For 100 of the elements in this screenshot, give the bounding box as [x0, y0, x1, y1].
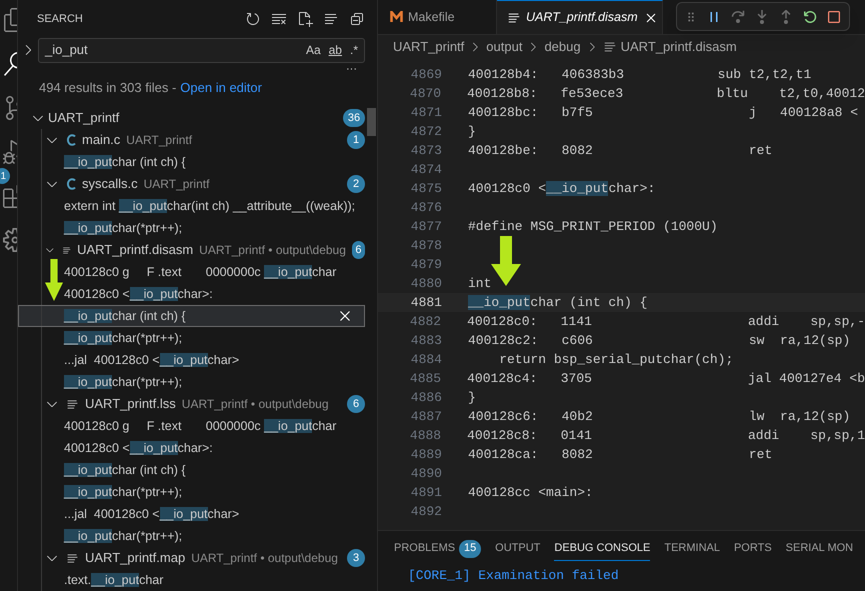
- refresh-icon[interactable]: [245, 10, 261, 27]
- c-file-icon: [66, 134, 76, 146]
- panel-tab[interactable]: PORTS: [734, 536, 772, 560]
- line-number: 4875: [410, 180, 442, 198]
- code-line: 400128c2: c606 sw ra,12(sp): [468, 332, 850, 350]
- file-path: UART_printf • output\debug: [191, 550, 339, 567]
- scrollbar[interactable]: [367, 108, 376, 136]
- breadcrumb[interactable]: debug: [544, 36, 581, 56]
- panel-tab[interactable]: TERMINAL: [664, 536, 720, 560]
- lines-icon: [602, 40, 617, 54]
- lines-icon: [66, 398, 79, 410]
- line-number: 4883: [410, 332, 442, 350]
- line-number: 4871: [410, 104, 442, 122]
- panel-tab[interactable]: SERIAL MON: [786, 536, 854, 560]
- count-badge: 15: [459, 540, 482, 558]
- search-result[interactable]: ...jal 400128c0 <__io_putchar>: [18, 503, 365, 525]
- count-badge: 3: [347, 549, 365, 567]
- breadcrumb[interactable]: output: [486, 36, 522, 56]
- search-result[interactable]: 400128c0 <__io_putchar>:: [18, 437, 365, 459]
- line-number: 4874: [410, 160, 442, 179]
- restart-icon[interactable]: [802, 8, 818, 24]
- code-line: return bsp_serial_putchar(ch);: [498, 350, 734, 369]
- code-line: int: [468, 274, 492, 293]
- file-path: UART_printf: [126, 132, 194, 149]
- code-line: 400128bc: b7f5 j 400128a8 <: [468, 104, 858, 122]
- more-actions[interactable]: ···: [346, 62, 357, 74]
- count-badge: 2: [347, 175, 365, 193]
- line-number: 4878: [410, 236, 442, 255]
- count-badge: 36: [343, 109, 365, 127]
- line-number: 4880: [410, 274, 442, 293]
- search-result[interactable]: __io_putchar (int ch) {: [18, 151, 365, 173]
- file-name: syscalls.c: [82, 175, 138, 194]
- line-number: 4879: [410, 256, 442, 274]
- file-name: main.c: [82, 131, 120, 150]
- file-path: UART_printf: [144, 176, 210, 193]
- search-option[interactable]: ab: [328, 41, 342, 59]
- code-line: 400128c0 <__io_putchar>:: [468, 180, 656, 198]
- breadcrumb[interactable]: UART_printf.disasm: [620, 36, 737, 56]
- count-badge: 6: [352, 241, 366, 259]
- file-row[interactable]: main.c UART_printf 1: [18, 129, 365, 151]
- search-option[interactable]: Aa: [306, 41, 321, 59]
- code-line: 400128b8: fe53ece3 bltu t2,t0,40012: [467, 84, 865, 103]
- file-path: UART_printf • output\debug: [182, 396, 330, 413]
- search-result[interactable]: 400128c0 g F .text 0000000c __io_putchar: [18, 415, 365, 437]
- m-logo-icon: [390, 11, 403, 23]
- line-number: 4869: [410, 66, 442, 84]
- file-path: UART_printf • output\debug: [199, 242, 346, 259]
- collapse-icon[interactable]: [349, 10, 365, 27]
- panel-tab[interactable]: DEBUG CONSOLE: [554, 536, 650, 560]
- line-number: 4870: [408, 84, 442, 103]
- code-line: __io_putchar (int ch) {: [468, 294, 648, 312]
- line-number: 4891: [410, 484, 442, 502]
- new-file-icon[interactable]: [297, 10, 313, 27]
- search-option[interactable]: .*: [350, 41, 358, 59]
- file-name: UART_printf.lss: [85, 395, 176, 414]
- search-result[interactable]: .text.__io_putchar: [18, 569, 365, 591]
- sidebar-title: SEARCH: [37, 12, 83, 26]
- line-number: 4873: [410, 142, 442, 160]
- line-number: 4889: [410, 446, 442, 464]
- code-line: }: [468, 388, 476, 407]
- search-result[interactable]: ...jal 400128c0 <__io_putchar>: [18, 349, 365, 371]
- open-in-editor-link[interactable]: Open in editor: [180, 78, 262, 97]
- lines-icon: [66, 552, 79, 564]
- line-number: 4885: [408, 370, 442, 388]
- editor-tab[interactable]: UART_printf.disasm: [497, 0, 663, 34]
- console-line: [CORE_1] Examination failed: [407, 567, 620, 585]
- code-line: #define MSG_PRINT_PERIOD (1000U): [468, 218, 718, 236]
- panel-tab[interactable]: PROBLEMS 15: [394, 536, 482, 560]
- breadcrumb[interactable]: UART_printf: [393, 36, 464, 56]
- search-result[interactable]: __io_putchar(*ptr++);: [18, 525, 365, 547]
- lines-icon: [507, 10, 521, 24]
- search-result[interactable]: __io_putchar(*ptr++);: [18, 371, 365, 393]
- count-badge: 1: [347, 131, 365, 149]
- file-row[interactable]: syscalls.c UART_printf 2: [18, 173, 365, 195]
- line-number: 4892: [410, 502, 442, 521]
- code-line: 400128cc <main>:: [468, 484, 593, 502]
- code-line: 400128c0: 1141 addi sp,sp,-: [467, 312, 865, 331]
- c-file-icon: [66, 178, 76, 190]
- search-result[interactable]: __io_putchar (int ch) {: [18, 459, 365, 481]
- search-result[interactable]: extern int __io_putchar(int ch) __attribute__((weak));: [18, 195, 365, 217]
- file-name: UART_printf.disasm: [77, 241, 194, 260]
- file-row[interactable]: UART_printf.disasm UART_printf • output\debug 6: [18, 239, 365, 261]
- folder-name: UART_printf: [48, 109, 120, 128]
- search-result[interactable]: __io_putchar(*ptr++);: [18, 481, 365, 503]
- search-result[interactable]: __io_putchar (int ch) {: [18, 305, 365, 327]
- arrow-drawing: [45, 259, 63, 301]
- line-number: 4881: [410, 294, 442, 312]
- panel-tab[interactable]: OUTPUT: [495, 536, 540, 560]
- code-line: 400128c8: 0141 addi sp,sp,1: [467, 426, 865, 445]
- count-badge: 6: [347, 395, 365, 413]
- search-result[interactable]: __io_putchar(*ptr++);: [18, 327, 365, 349]
- folder-row[interactable]: UART_printf 36: [18, 107, 365, 129]
- line-number: 4887: [410, 408, 442, 426]
- result-summary: 494 results in 303 files -: [39, 78, 176, 96]
- file-row[interactable]: UART_printf.map UART_printf • output\debug 3: [18, 547, 365, 569]
- file-row[interactable]: UART_printf.lss UART_printf • output\debug 6: [18, 393, 365, 415]
- code-line: 400128be: 8082 ret: [468, 142, 772, 160]
- search-result[interactable]: __io_putchar(*ptr++);: [18, 217, 365, 239]
- stop-icon[interactable]: [826, 8, 842, 24]
- search-field[interactable]: _io_put Aa ab .*: [38, 38, 365, 62]
